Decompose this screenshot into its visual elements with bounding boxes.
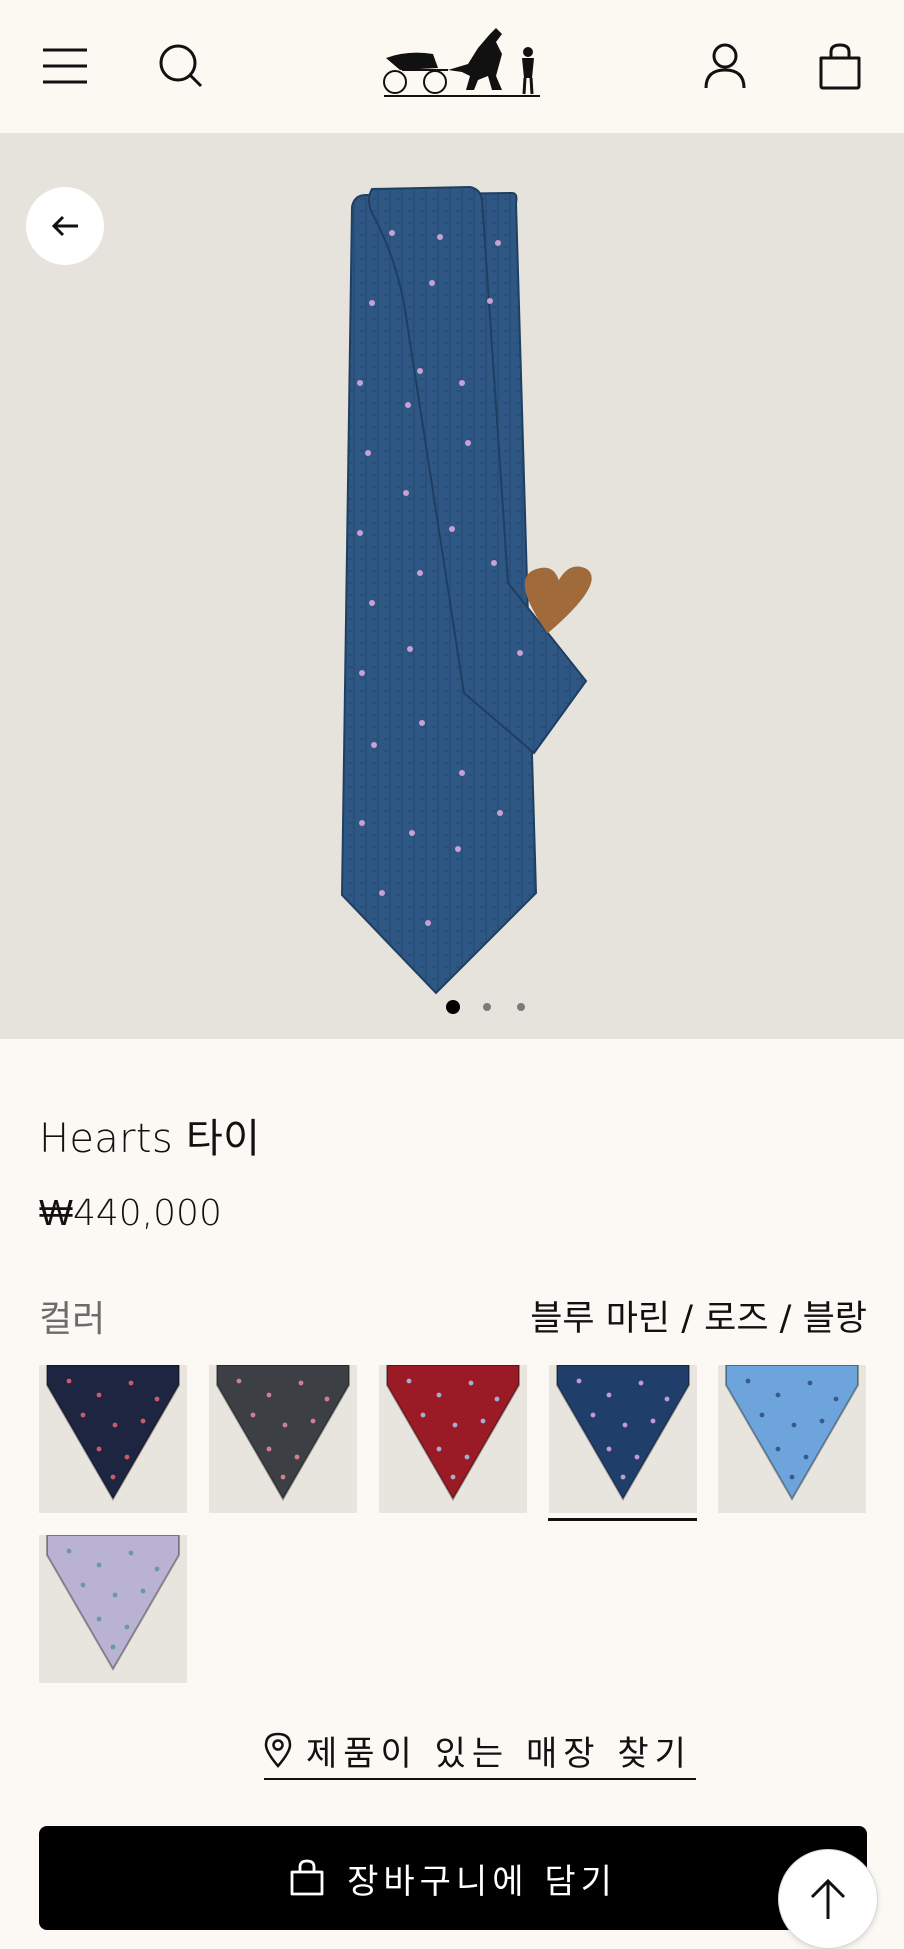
color-value: 블루 마린 / 로즈 / 블랑 [530, 1299, 867, 1339]
color-swatch-selected[interactable] [549, 1365, 697, 1513]
carousel-dot[interactable] [483, 1003, 491, 1011]
tie-thumbnail [386, 1365, 520, 1501]
arrow-left-icon [51, 215, 78, 237]
menu-button[interactable] [33, 34, 97, 98]
product-title: Hearts 타이 [39, 1116, 261, 1162]
color-swatch[interactable] [379, 1365, 527, 1513]
user-icon [704, 43, 746, 89]
search-icon [159, 44, 203, 88]
product-price: ₩440,000 [39, 1193, 222, 1234]
color-swatch[interactable] [209, 1365, 357, 1513]
tie-thumbnail [46, 1365, 180, 1501]
shopping-bag-icon [290, 1859, 324, 1896]
color-swatch[interactable] [39, 1535, 187, 1683]
selected-swatch-indicator [548, 1518, 697, 1521]
brand-logo[interactable] [378, 24, 546, 102]
add-to-cart-button[interactable]: 장바구니에 담기 [39, 1826, 867, 1930]
location-pin-icon [264, 1732, 292, 1768]
product-image [340, 185, 592, 995]
find-store-link[interactable]: 제품이 있는 매장 찾기 [264, 1722, 696, 1780]
carousel-dot[interactable] [446, 1000, 460, 1014]
color-swatch[interactable] [718, 1365, 866, 1513]
add-to-cart-label: 장바구니에 담기 [347, 1861, 617, 1902]
color-swatch[interactable] [39, 1365, 187, 1513]
tie-thumbnail [556, 1365, 690, 1501]
product-gallery[interactable] [0, 133, 904, 1039]
carousel-indicator [0, 1000, 904, 1014]
color-label: 컬러 [39, 1299, 106, 1340]
carousel-dot[interactable] [517, 1003, 525, 1011]
back-button[interactable] [26, 187, 104, 265]
top-header [0, 0, 904, 133]
scroll-to-top-button[interactable] [778, 1849, 878, 1949]
search-button[interactable] [149, 34, 213, 98]
carriage-logo [383, 28, 540, 97]
shopping-bag-icon [819, 43, 861, 90]
tie-thumbnail [46, 1535, 180, 1671]
find-store-label: 제품이 있는 매장 찾기 [306, 1733, 692, 1774]
account-button[interactable] [693, 34, 757, 98]
tie-thumbnail [725, 1365, 859, 1501]
tie-thumbnail [216, 1365, 350, 1501]
hamburger-icon [43, 48, 87, 84]
arrow-up-icon [810, 1878, 846, 1919]
bag-button[interactable] [808, 34, 872, 98]
